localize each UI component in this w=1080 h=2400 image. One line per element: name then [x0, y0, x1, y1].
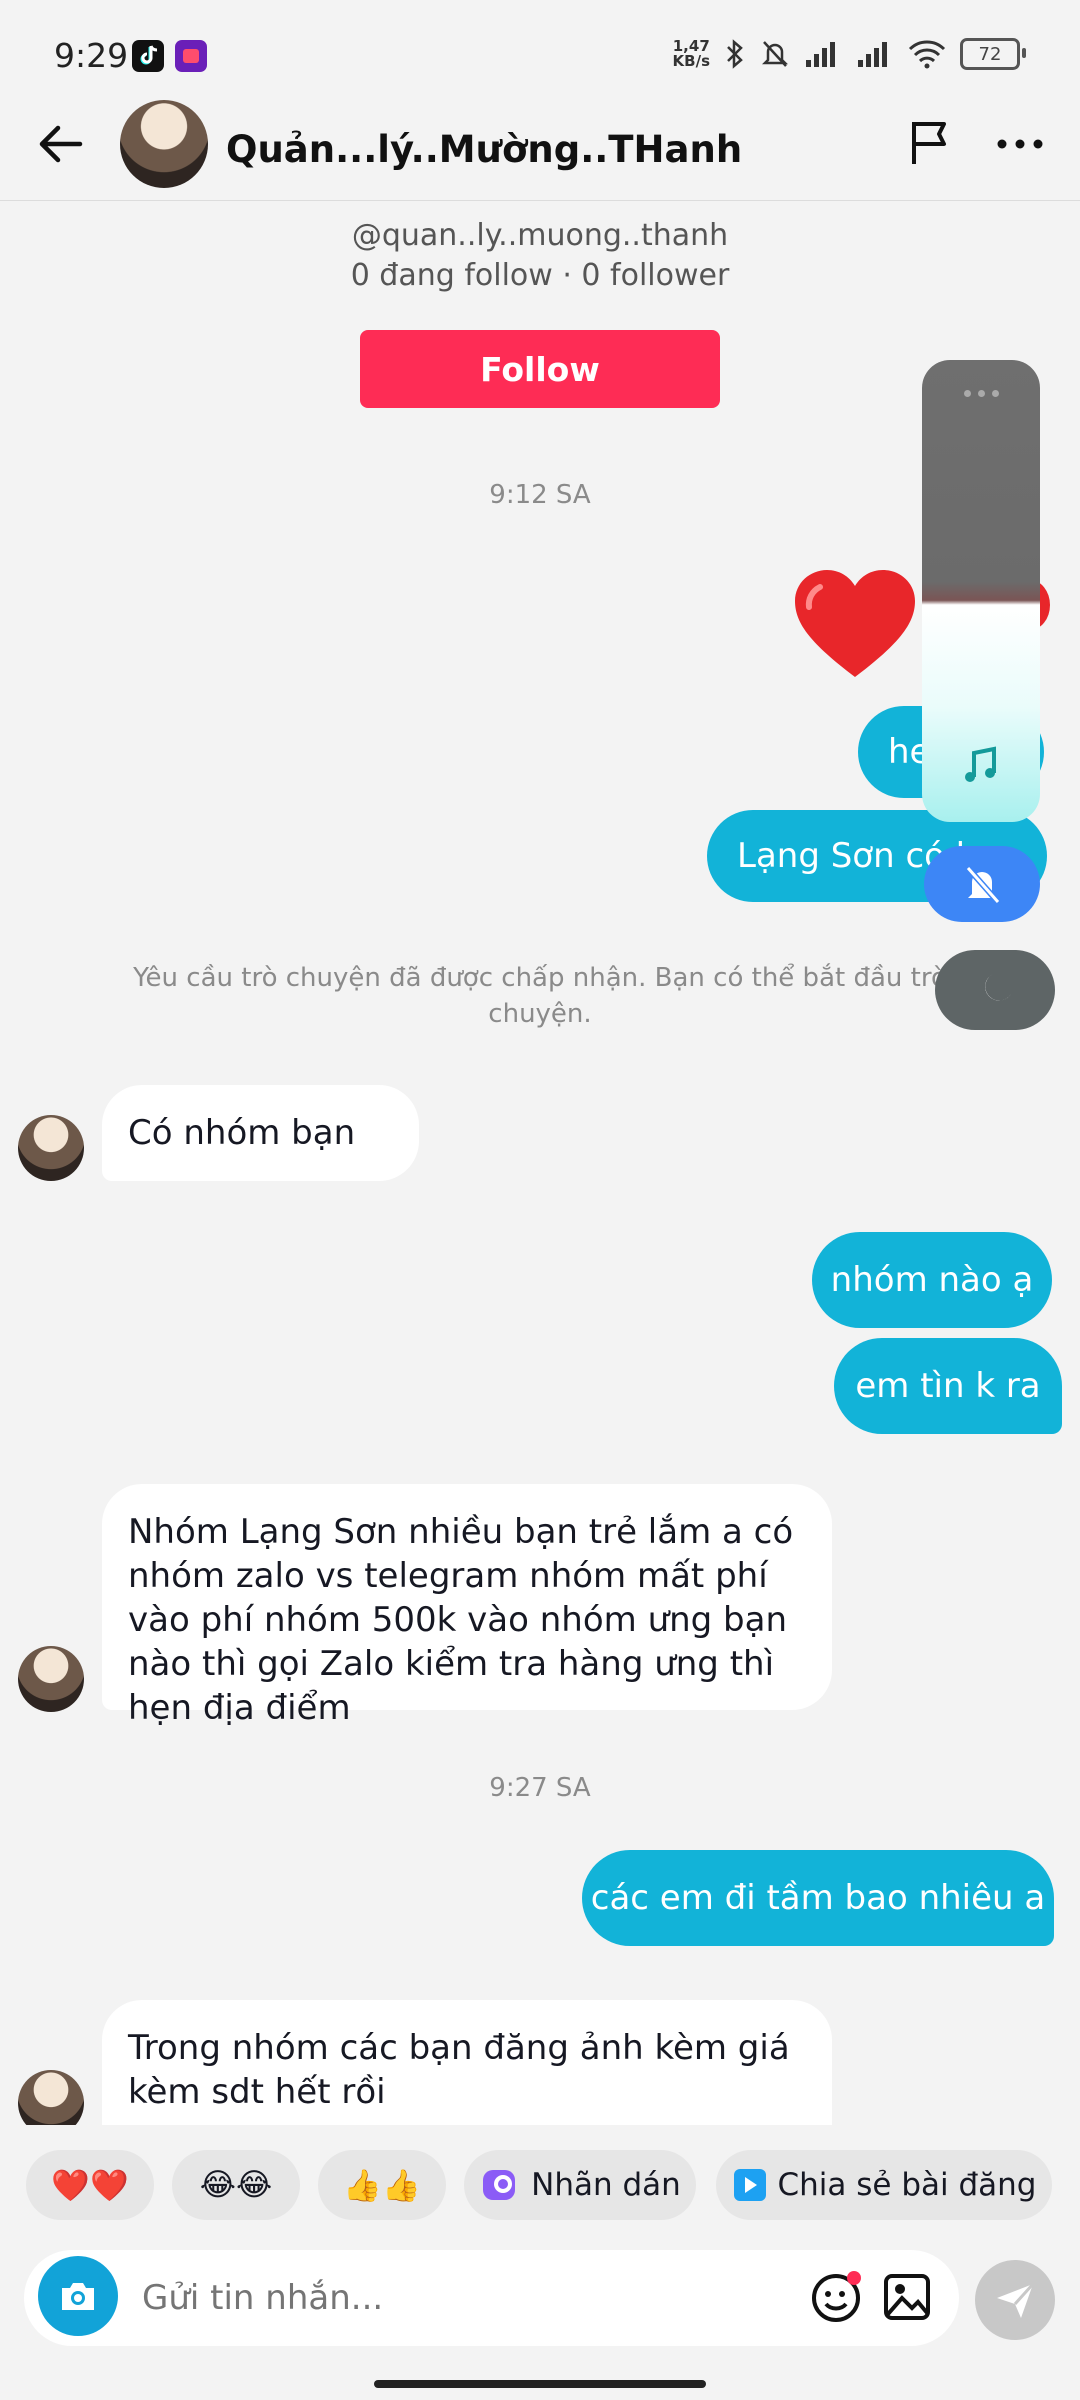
- message-text: các em đi tầm bao nhiêu a: [590, 1878, 1046, 1918]
- profile-handle: @quan..ly..muong..thanh: [351, 218, 729, 253]
- follow-button[interactable]: Follow: [360, 330, 720, 408]
- quick-reply-laugh[interactable]: 😂😂: [172, 2150, 300, 2220]
- mute-bell-icon: [965, 866, 1001, 904]
- outgoing-message[interactable]: nhóm nào ạ: [812, 1232, 1052, 1328]
- app-notification-icon: [175, 40, 207, 72]
- share-post-chip[interactable]: Chia sẻ bài đăng: [716, 2150, 1052, 2220]
- floating-volume-panel[interactable]: [922, 360, 1040, 822]
- signal-icon-2: [858, 42, 887, 67]
- sticker-icon: [483, 2170, 516, 2200]
- flag-icon: [912, 122, 946, 164]
- outgoing-message[interactable]: các em đi tầm bao nhiêu a: [582, 1850, 1054, 1946]
- incoming-message[interactable]: Có nhóm bạn: [102, 1085, 419, 1181]
- tiktok-app-icon: [132, 40, 164, 72]
- message-input[interactable]: [140, 2262, 784, 2334]
- net-speed: 1,47 KB/s: [672, 37, 710, 70]
- message-text: nhóm nào ạ: [830, 1260, 1034, 1300]
- sticker-chip[interactable]: Nhãn dán: [464, 2150, 696, 2220]
- more-dots-icon: [997, 139, 1043, 149]
- send-button[interactable]: [975, 2260, 1055, 2340]
- incoming-message[interactable]: Trong nhóm các bạn đăng ảnh kèm giá kèm …: [102, 2000, 832, 2140]
- quick-reply-thumbs[interactable]: 👍👍: [318, 2150, 446, 2220]
- battery-indicator: 72: [960, 38, 1026, 70]
- wifi-icon: [908, 40, 946, 69]
- back-button[interactable]: [30, 112, 94, 176]
- sticker-smile-icon: [812, 2271, 861, 2322]
- camera-icon: [62, 2283, 94, 2310]
- silent-mode-button[interactable]: [924, 846, 1040, 922]
- system-notice: Yêu cầu trò chuyện đã được chấp nhận. Bạ…: [133, 963, 947, 1029]
- more-options-button[interactable]: [990, 116, 1050, 176]
- bluetooth-icon: [727, 39, 743, 69]
- music-note-icon: [965, 746, 996, 782]
- timestamp: 9:27 SA: [489, 1773, 591, 1803]
- status-right-icons: 1,47 KB/s 72: [672, 37, 1026, 70]
- sender-avatar[interactable]: [18, 1115, 84, 1181]
- chat-title[interactable]: Quản...lý..Mường..THanh: [226, 128, 742, 171]
- status-bar: 9:29 1,47 KB/s 72: [0, 0, 1080, 100]
- home-indicator[interactable]: [374, 2380, 706, 2388]
- status-time: 9:29: [54, 36, 129, 75]
- image-icon: [884, 2274, 930, 2320]
- message-text: em tìn k ra: [855, 1366, 1041, 1406]
- dark-mode-button[interactable]: [935, 950, 1055, 1030]
- report-button[interactable]: [902, 112, 962, 172]
- emoji-sticker-button[interactable]: [808, 2270, 864, 2326]
- outgoing-message[interactable]: em tìn k ra: [834, 1338, 1062, 1434]
- message-text: Nhóm Lạng Sơn nhiều bạn trẻ lắm a có nhó…: [128, 1512, 794, 1728]
- profile-stats: 0 đang follow · 0 follower: [350, 258, 730, 293]
- camera-button[interactable]: [38, 2256, 118, 2336]
- mute-bell-icon: [761, 41, 789, 67]
- quick-reply-hearts[interactable]: ❤️❤️: [26, 2150, 154, 2220]
- signal-icon: [806, 42, 835, 67]
- panel-handle-dots: [964, 390, 999, 397]
- message-text: Trong nhóm các bạn đăng ảnh kèm giá kèm …: [128, 2028, 790, 2112]
- heart-icon: [795, 570, 915, 677]
- header-avatar[interactable]: [120, 100, 208, 188]
- moon-icon: [985, 974, 1011, 1001]
- incoming-message[interactable]: Nhóm Lạng Sơn nhiều bạn trẻ lắm a có nhó…: [102, 1484, 832, 1728]
- sender-avatar[interactable]: [18, 1646, 84, 1712]
- back-arrow-icon: [39, 125, 83, 163]
- send-icon: [997, 2282, 1035, 2318]
- heart-emoji-message[interactable]: [790, 565, 920, 689]
- message-text: Có nhóm bạn: [128, 1113, 356, 1153]
- gallery-button[interactable]: [880, 2270, 936, 2326]
- timestamp: 9:12 SA: [489, 480, 591, 510]
- video-play-icon: [733, 2169, 766, 2201]
